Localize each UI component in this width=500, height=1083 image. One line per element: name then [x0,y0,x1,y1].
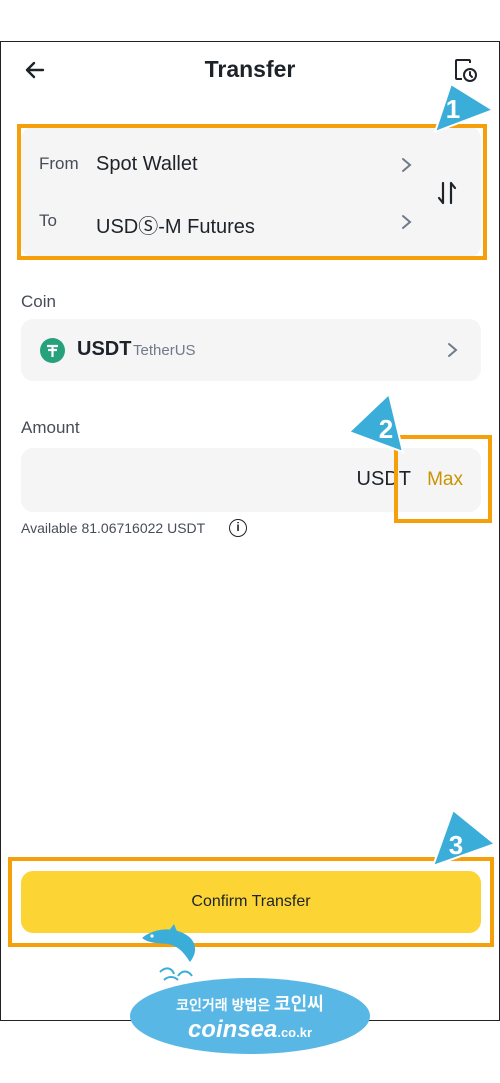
chevron-right-icon [448,343,458,357]
max-button[interactable]: Max [427,469,463,491]
tether-icon [40,338,65,363]
watermark-line1: 코인거래 방법은 코인씨 [130,990,370,1016]
coin-symbol: USDT [77,338,132,360]
to-wallet-selector[interactable]: USDⓈ-M Futures [96,210,255,239]
to-label: To [39,211,57,230]
watermark-line2-main: coinsea [187,1016,278,1043]
history-icon[interactable] [451,56,479,84]
from-to-card: From Spot Wallet To USDⓈ-M Futures [21,127,481,257]
coin-label: Coin [21,292,56,311]
callout-number-2: 2 [378,414,394,444]
chevron-right-icon[interactable] [397,156,415,174]
page-title: Transfer [204,56,296,82]
watermark-line1-small: 코인거래 방법은 [176,997,271,1013]
app-frame: Transfer From Spot Wallet To USDⓈ-M Futu… [0,41,500,1021]
callout-number-3: 3 [448,830,464,860]
confirm-transfer-button[interactable]: Confirm Transfer [21,871,481,933]
callout-number-1: 1 [445,94,461,124]
available-balance: Available 81.06716022 USDT [21,520,206,536]
amount-input[interactable]: USDT Max [21,448,481,512]
swap-icon[interactable] [435,179,459,207]
watermark-line2-suffix: .co.kr [277,1025,313,1040]
chevron-right-icon[interactable] [397,213,415,231]
amount-unit: USDT [356,468,411,490]
from-wallet-selector[interactable]: Spot Wallet [96,153,198,176]
coin-selector[interactable]: USDT TetherUS [21,319,481,381]
coin-name: TetherUS [133,342,196,359]
dolphin-logo-icon [142,924,196,981]
info-icon[interactable]: i [229,519,247,537]
from-label: From [39,154,79,173]
watermark-badge: 코인거래 방법은 코인씨 coinsea.co.kr [130,978,370,1054]
watermark-line2: coinsea.co.kr [130,1016,370,1044]
amount-label: Amount [21,418,80,437]
watermark-line1-big: 코인씨 [274,994,324,1014]
